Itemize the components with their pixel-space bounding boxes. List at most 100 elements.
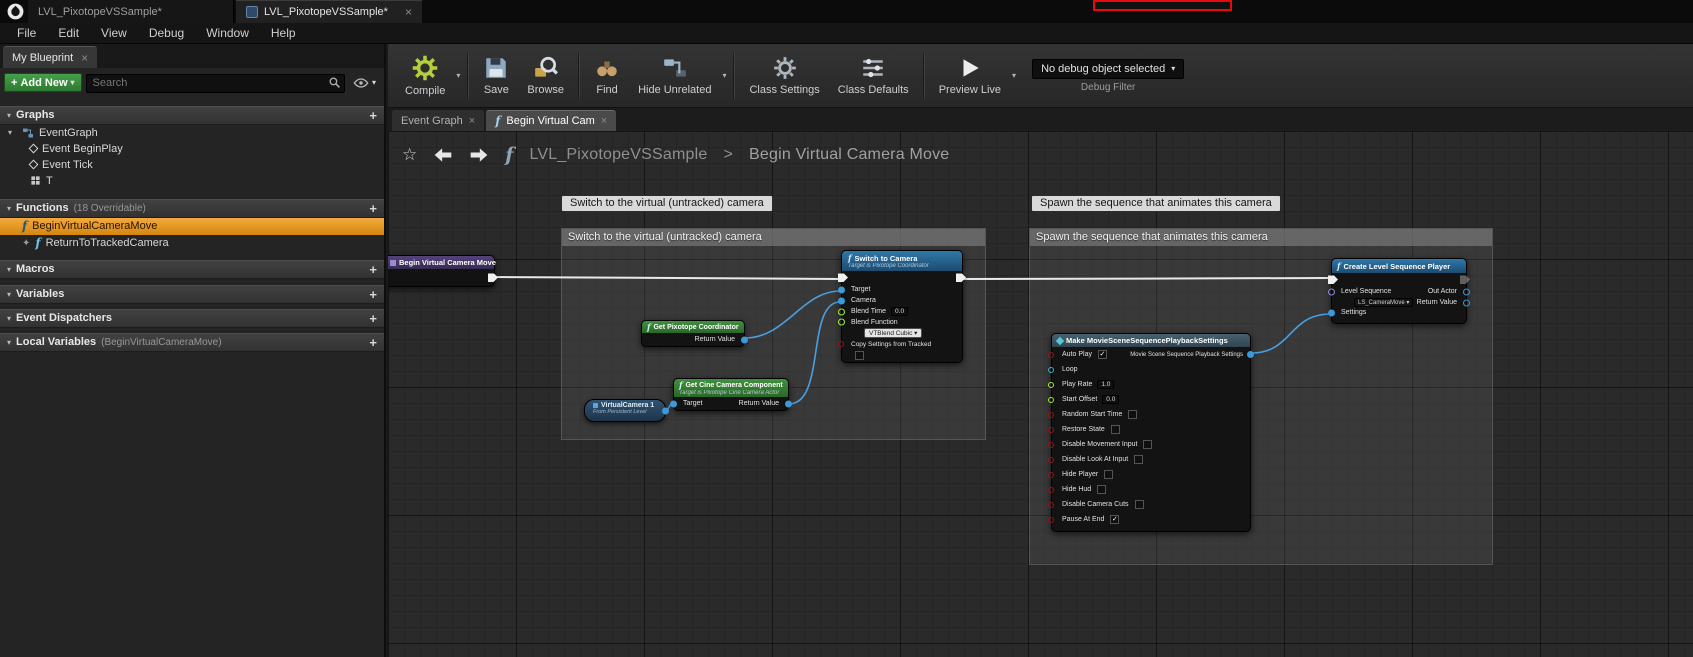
chevron-down-icon[interactable]: ▾ [720, 71, 728, 80]
comment-header[interactable]: Switch to the virtual (untracked) camera [562, 229, 985, 246]
close-icon[interactable]: × [81, 51, 88, 65]
plus-icon[interactable]: + [369, 335, 377, 350]
input-pin[interactable] [1048, 412, 1054, 418]
node-begin-virtual-camera-move[interactable]: Begin Virtual Camera Move [388, 255, 495, 287]
output-pin[interactable] [662, 407, 669, 414]
input-pin[interactable] [1048, 472, 1054, 478]
compile-button[interactable]: Compile [396, 51, 454, 100]
plus-icon[interactable]: + [369, 262, 377, 277]
save-button[interactable]: Save [474, 52, 518, 99]
input-pin-settings[interactable] [1328, 309, 1335, 316]
menu-edit[interactable]: Edit [47, 24, 90, 42]
pin-checkbox[interactable]: ✓ [1110, 515, 1119, 524]
input-pin[interactable] [1048, 352, 1054, 358]
plus-icon[interactable]: + [369, 108, 377, 123]
section-variables[interactable]: ▾ Variables + [0, 285, 384, 304]
pin-checkbox[interactable] [1097, 485, 1106, 494]
tree-item-event-beginplay[interactable]: Event BeginPlay [0, 141, 384, 157]
input-pin[interactable] [1048, 367, 1054, 373]
search-input[interactable] [86, 74, 345, 93]
close-icon[interactable]: × [601, 115, 607, 127]
menu-window[interactable]: Window [195, 24, 260, 42]
plus-icon[interactable]: + [369, 201, 377, 216]
pin-value-field[interactable]: 1.0 [1097, 380, 1114, 389]
pin-checkbox[interactable]: ✓ [1098, 350, 1107, 359]
output-pin-playback-settings[interactable] [1247, 351, 1254, 358]
menu-help[interactable]: Help [260, 24, 307, 42]
input-pin-target[interactable] [670, 400, 677, 407]
hide-unrelated-button[interactable]: Hide Unrelated [629, 52, 720, 99]
input-pin[interactable] [1048, 487, 1054, 493]
node-get-pixotope-coordinator[interactable]: f Get Pixotope Coordinator Return Value [641, 320, 745, 347]
input-pin-blend-function[interactable] [838, 319, 845, 326]
menu-debug[interactable]: Debug [138, 24, 195, 42]
favorite-star-icon[interactable]: ☆ [402, 145, 417, 165]
node-virtualcamera-reference[interactable]: VirtualCamera 1 From Persistent Level [584, 399, 666, 422]
input-pin-level-sequence[interactable] [1328, 288, 1335, 295]
section-functions[interactable]: ▾ Functions (18 Overridable) + [0, 199, 384, 218]
exec-in-pin[interactable] [838, 273, 848, 282]
preview-live-button[interactable]: Preview Live [930, 52, 1010, 99]
section-graphs[interactable]: ▾ Graphs + [0, 106, 384, 125]
output-pin-return-value[interactable] [741, 336, 748, 343]
input-pin-blend-time[interactable] [838, 308, 845, 315]
section-event-dispatchers[interactable]: ▾ Event Dispatchers + [0, 309, 384, 328]
input-pin[interactable] [1048, 457, 1054, 463]
tab-begin-virtual-camera-move[interactable]: f Begin Virtual Cam × [486, 110, 616, 131]
menu-view[interactable]: View [90, 24, 138, 42]
window-tab-level[interactable]: LVL_PixotopeVSSample* [28, 0, 234, 23]
pin-checkbox[interactable] [1143, 440, 1152, 449]
input-pin[interactable] [1048, 397, 1054, 403]
input-pin[interactable] [1048, 502, 1054, 508]
back-arrow-icon[interactable] [433, 147, 453, 163]
class-defaults-button[interactable]: Class Defaults [829, 52, 918, 99]
pin-value-field[interactable]: 0.0 [1102, 395, 1119, 404]
tree-item-event-tick[interactable]: Event Tick [0, 157, 384, 173]
pin-value-field[interactable]: 0.0 [891, 307, 908, 316]
graph-canvas[interactable]: ☆ f LVL_PixotopeVSSample > Begin Virtual… [388, 131, 1693, 657]
section-macros[interactable]: ▾ Macros + [0, 260, 384, 279]
tree-item-t[interactable]: T [0, 173, 384, 189]
node-create-level-sequence-player[interactable]: f Create Level Sequence Player Level Seq… [1331, 258, 1467, 324]
plus-icon[interactable]: + [369, 311, 377, 326]
comment-header[interactable]: Spawn the sequence that animates this ca… [1030, 229, 1492, 246]
section-local-variables[interactable]: ▾ Local Variables (BeginVirtualCameraMov… [0, 333, 384, 352]
function-item-beginvirtualcameramove[interactable]: f BeginVirtualCameraMove [0, 218, 384, 235]
close-icon[interactable]: × [405, 5, 412, 19]
forward-arrow-icon[interactable] [469, 147, 489, 163]
asset-picker[interactable]: LS_CameraMove ▾ [1354, 298, 1413, 307]
class-settings-button[interactable]: Class Settings [740, 52, 828, 99]
pin-checkbox[interactable] [1135, 500, 1144, 509]
browse-button[interactable]: Browse [518, 52, 573, 99]
pin-checkbox[interactable] [855, 351, 864, 360]
node-make-moviescene-playback-settings[interactable]: Make MovieSceneSequencePlaybackSettings … [1051, 333, 1251, 532]
input-pin-camera[interactable] [838, 297, 845, 304]
output-pin-return-value[interactable] [785, 400, 792, 407]
tab-my-blueprint[interactable]: My Blueprint × [3, 46, 97, 68]
input-pin[interactable] [1048, 382, 1054, 388]
chevron-down-icon[interactable]: ▾ [454, 71, 462, 80]
input-pin-target[interactable] [838, 286, 845, 293]
blend-function-dropdown[interactable]: VTBlend Cubic ▾ [864, 328, 922, 338]
tree-item-eventgraph[interactable]: ▾ EventGraph [0, 125, 384, 141]
pin-checkbox[interactable] [1134, 455, 1143, 464]
input-pin[interactable] [1048, 517, 1054, 523]
output-pin-return-value[interactable] [1463, 299, 1470, 306]
find-button[interactable]: Find [585, 52, 629, 99]
exec-in-pin[interactable] [1328, 275, 1338, 284]
input-pin-copy-settings[interactable] [838, 341, 844, 347]
view-options[interactable]: ▾ [349, 77, 380, 89]
node-get-cine-camera-component[interactable]: f Get Cine Camera Component Target is Pi… [673, 378, 789, 411]
function-item-returntotrackedcamera[interactable]: ✦ f ReturnToTrackedCamera [0, 235, 384, 252]
pin-checkbox[interactable] [1104, 470, 1113, 479]
input-pin[interactable] [1048, 442, 1054, 448]
plus-icon[interactable]: + [369, 287, 377, 302]
breadcrumb-root[interactable]: LVL_PixotopeVSSample [529, 146, 707, 164]
pin-checkbox[interactable] [1128, 410, 1137, 419]
debug-object-dropdown[interactable]: No debug object selected ▾ [1032, 59, 1184, 79]
close-icon[interactable]: × [469, 115, 475, 127]
output-pin-out-actor[interactable] [1463, 288, 1470, 295]
add-new-button[interactable]: + Add New ▾ [4, 73, 82, 92]
menu-file[interactable]: File [6, 24, 47, 42]
chevron-down-icon[interactable]: ▾ [1010, 71, 1018, 80]
